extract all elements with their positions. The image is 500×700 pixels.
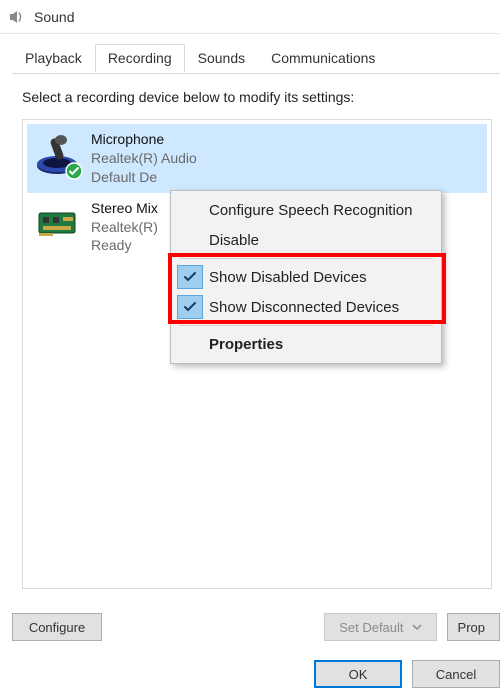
device-status: Default De: [91, 168, 197, 187]
speaker-icon: [8, 8, 26, 26]
ctx-separator: [179, 325, 433, 326]
tab-communications[interactable]: Communications: [258, 44, 388, 72]
sound-dialog: Sound Playback Recording Sounds Communic…: [0, 0, 500, 700]
ctx-check-placeholder: [177, 228, 203, 252]
microphone-icon: [33, 130, 81, 178]
dialog-buttons: OK Cancel: [314, 660, 500, 688]
ctx-configure-speech[interactable]: Configure Speech Recognition: [173, 195, 439, 225]
device-driver: Realtek(R) Audio: [91, 149, 197, 168]
device-text: Stereo Mix Realtek(R) Ready: [91, 199, 158, 256]
device-status: Ready: [91, 236, 158, 255]
ctx-check-placeholder: [177, 332, 203, 356]
tab-recording[interactable]: Recording: [95, 44, 185, 72]
set-default-button[interactable]: Set Default: [324, 613, 436, 641]
ok-button[interactable]: OK: [314, 660, 402, 688]
tab-strip: Playback Recording Sounds Communications: [12, 44, 500, 72]
ctx-separator: [179, 258, 433, 259]
title-bar: Sound: [0, 0, 500, 34]
window-title: Sound: [34, 9, 74, 25]
device-text: Microphone Realtek(R) Audio Default De: [91, 130, 197, 187]
device-buttons-row: Configure Set Default Prop: [12, 610, 500, 644]
ctx-show-disabled[interactable]: Show Disabled Devices: [173, 262, 439, 292]
ctx-disable[interactable]: Disable: [173, 225, 439, 255]
context-menu: Configure Speech Recognition Disable Sho…: [170, 190, 442, 364]
device-driver: Realtek(R): [91, 218, 158, 237]
ctx-check-placeholder: [177, 198, 203, 222]
ctx-show-disconnected[interactable]: Show Disconnected Devices: [173, 292, 439, 322]
device-name: Microphone: [91, 130, 197, 149]
instruction-text: Select a recording device below to modif…: [22, 89, 492, 105]
device-name: Stereo Mix: [91, 199, 158, 218]
check-badge-icon: [65, 162, 83, 180]
soundcard-icon: [33, 199, 81, 247]
configure-button[interactable]: Configure: [12, 613, 102, 641]
check-icon: [177, 265, 203, 289]
tab-playback[interactable]: Playback: [12, 44, 95, 72]
tab-sounds[interactable]: Sounds: [185, 44, 258, 72]
check-icon: [177, 295, 203, 319]
cancel-button[interactable]: Cancel: [412, 660, 500, 688]
ctx-properties[interactable]: Properties: [173, 329, 439, 359]
tab-underline: [12, 73, 500, 74]
properties-button[interactable]: Prop: [447, 613, 500, 641]
chevron-down-icon: [412, 622, 422, 632]
device-item-microphone[interactable]: Microphone Realtek(R) Audio Default De: [27, 124, 487, 193]
